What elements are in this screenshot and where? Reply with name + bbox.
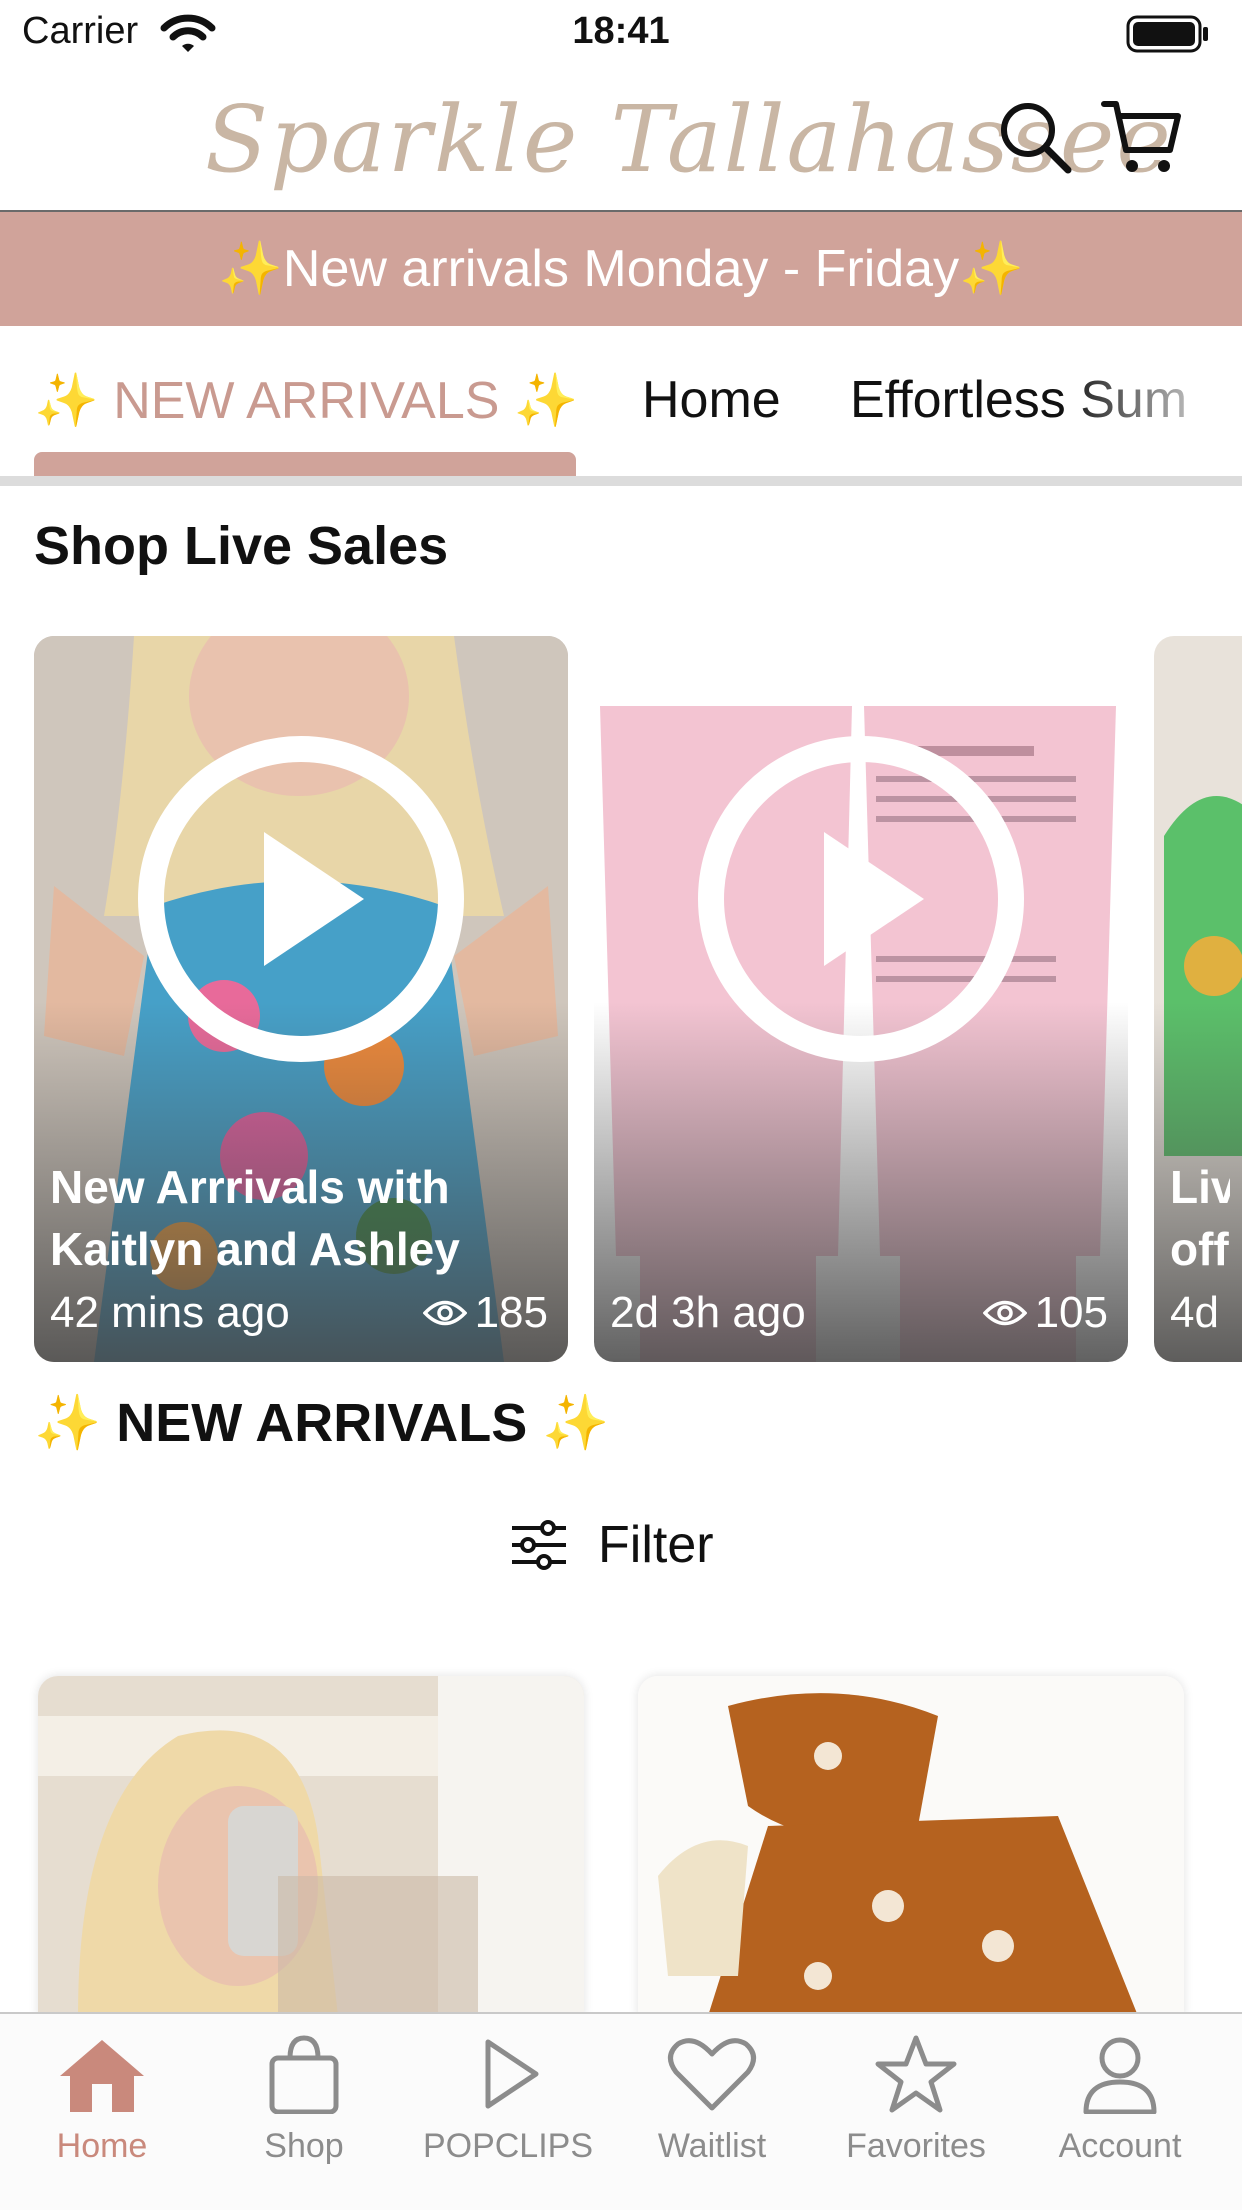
play-icon[interactable] bbox=[134, 732, 468, 1066]
play-icon bbox=[485, 2039, 539, 2109]
view-count: 105 bbox=[1034, 1288, 1108, 1337]
search-icon[interactable] bbox=[998, 100, 1072, 174]
live-sale-card[interactable]: Liv off 4d bbox=[1154, 636, 1242, 1362]
live-sale-time: 42 mins ago bbox=[50, 1288, 290, 1337]
bag-icon bbox=[269, 2035, 339, 2115]
live-sale-title: Liv off bbox=[1170, 1161, 1230, 1275]
tab-bar-waitlist-label: Waitlist bbox=[657, 2127, 767, 2165]
store-logo[interactable]: Sparkle Tallahassee bbox=[205, 80, 1171, 200]
eye-icon bbox=[422, 1300, 467, 1326]
new-arrivals-label: NEW ARRIVALS bbox=[116, 1393, 528, 1453]
live-sale-title: New Arrrivals with Kaitlyn and Ashley bbox=[50, 1161, 460, 1275]
clock: 18:41 bbox=[572, 10, 670, 52]
tab-bar-waitlist[interactable]: Waitlist bbox=[612, 2034, 812, 2166]
tab-home[interactable]: Home bbox=[642, 370, 781, 430]
app-header: Sparkle Tallahassee bbox=[0, 70, 1242, 210]
live-sale-views: 185 bbox=[422, 1288, 548, 1338]
house-icon bbox=[60, 2040, 144, 2112]
tab-bar-favorites[interactable]: Favorites bbox=[816, 2034, 1016, 2166]
sparkles-icon: ✨ bbox=[542, 1393, 610, 1453]
sparkles-icon: ✨ bbox=[34, 1393, 102, 1453]
play-icon[interactable] bbox=[694, 732, 1028, 1066]
tab-bar-popclips[interactable]: POPCLIPS bbox=[408, 2034, 608, 2166]
tab-bar-home[interactable]: Home bbox=[2, 2034, 202, 2166]
view-count: 185 bbox=[474, 1288, 548, 1337]
live-sale-views: 105 bbox=[982, 1288, 1108, 1338]
tab-bar-shop[interactable]: Shop bbox=[204, 2034, 404, 2166]
live-sales-carousel[interactable]: New Arrrivals with Kaitlyn and Ashley 42… bbox=[0, 636, 1242, 1362]
sliders-icon bbox=[512, 1520, 566, 1570]
filter-button[interactable]: Filter bbox=[510, 1515, 714, 1575]
tab-bar-account-label: Account bbox=[1058, 2127, 1182, 2165]
category-tabs: ✨ NEW ARRIVALS ✨ Home Effortless Sum bbox=[0, 326, 1242, 486]
cart-icon[interactable] bbox=[1100, 96, 1184, 180]
tab-bar-home-label: Home bbox=[56, 2127, 148, 2165]
filter-label: Filter bbox=[598, 1516, 714, 1574]
product-card[interactable] bbox=[638, 1676, 1184, 2016]
live-sale-card[interactable]: 2d 3h ago 105 bbox=[594, 636, 1128, 1362]
live-sale-time: 2d 3h ago bbox=[610, 1288, 806, 1337]
tab-bar-popclips-label: POPCLIPS bbox=[422, 2127, 594, 2165]
tab-bar-account[interactable]: Account bbox=[1020, 2034, 1220, 2166]
new-arrivals-title: ✨ NEW ARRIVALS ✨ bbox=[34, 1392, 610, 1455]
tab-new-arrivals[interactable]: ✨ NEW ARRIVALS ✨ bbox=[34, 370, 579, 431]
live-sale-time: 4d bbox=[1170, 1288, 1219, 1337]
tab-bar-favorites-label: Favorites bbox=[846, 2127, 986, 2165]
tab-fade bbox=[1062, 356, 1242, 446]
battery-icon bbox=[1126, 15, 1208, 53]
status-bar: Carrier 18:41 bbox=[0, 0, 1242, 70]
star-icon bbox=[875, 2035, 957, 2113]
product-image-selfie bbox=[38, 1676, 584, 2016]
bottom-tab-bar: Home Shop POPCLIPS Waitlist Favorites Ac… bbox=[0, 2012, 1242, 2210]
active-tab-indicator bbox=[34, 452, 576, 478]
tab-rule bbox=[0, 476, 1242, 486]
live-sale-card[interactable]: New Arrrivals with Kaitlyn and Ashley 42… bbox=[34, 636, 568, 1362]
live-sales-title: Shop Live Sales bbox=[34, 516, 449, 576]
promo-banner: ✨New arrivals Monday - Friday✨ bbox=[0, 212, 1242, 326]
tab-bar-shop-label: Shop bbox=[264, 2127, 344, 2165]
person-icon bbox=[1083, 2037, 1157, 2115]
product-card[interactable] bbox=[38, 1676, 584, 2016]
product-image-floral-set bbox=[638, 1676, 1184, 2016]
heart-icon bbox=[668, 2038, 756, 2111]
eye-icon bbox=[982, 1300, 1027, 1326]
